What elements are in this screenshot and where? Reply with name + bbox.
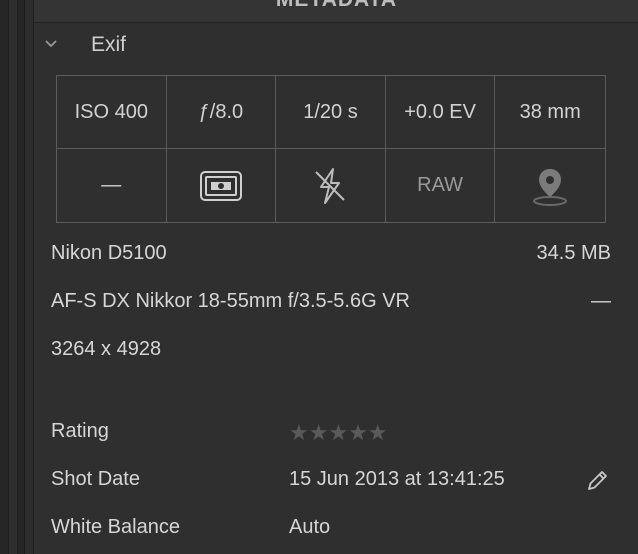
chevron-down-icon[interactable] [44,37,58,51]
metering-cell [167,149,277,222]
camera-model: Nikon D5100 [51,242,167,264]
edit-pencil-icon[interactable] [584,468,610,494]
lens-extra: — [591,290,611,312]
flash-cell [276,149,386,222]
exposure-comp-cell: +0.0 EV [385,76,496,149]
location-cell[interactable] [495,149,605,222]
panel-title: METADATA [34,0,638,12]
shot-date-label: Shot Date [51,468,140,490]
flash-off-icon [315,167,346,204]
white-balance-value: Auto [289,516,331,538]
scrollbar-track[interactable] [8,0,18,554]
panel-header: METADATA [34,0,638,23]
shutter-cell: 1/20 s [276,76,386,149]
left-panel-edge [0,0,25,554]
aperture-cell: ƒ/8.0 [166,76,277,149]
shot-date-value: 15 Jun 2013 at 13:41:25 [289,468,505,490]
focal-length-cell: 38 mm [495,76,605,149]
section-label-exif: Exif [91,33,127,56]
exif-summary-grid: ISO 400 ƒ/8.0 1/20 s +0.0 EV 38 mm — RAW [56,75,606,223]
metering-icon [199,170,242,201]
metadata-panel: METADATA Exif ISO 400 ƒ/8.0 1/20 s +0.0 … [33,0,638,554]
lens-name: AF-S DX Nikkor 18-55mm f/3.5-5.6G VR [51,290,410,312]
white-balance-label: White Balance [51,516,180,538]
file-size: 34.5 MB [536,242,611,264]
app-window: METADATA Exif ISO 400 ƒ/8.0 1/20 s +0.0 … [0,0,638,554]
rating-stars[interactable]: ★★★★★ [289,420,388,446]
rating-label: Rating [51,420,109,442]
location-pin-icon[interactable] [530,165,570,207]
iso-cell: ISO 400 [57,76,167,149]
exif-section-header[interactable]: Exif [34,23,638,67]
image-dimensions: 3264 x 4928 [51,338,162,360]
format-cell: RAW [386,149,496,222]
flash-mode-cell: — [57,149,167,222]
